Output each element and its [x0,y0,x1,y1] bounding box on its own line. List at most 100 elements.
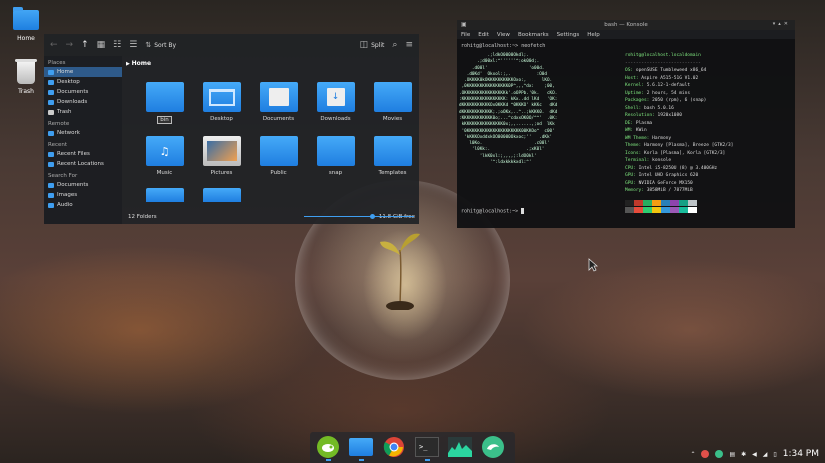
folder-item-bin[interactable]: bin [136,82,193,124]
info-value: Harmony [Plasma], Breeze [GTK2/3] [643,143,734,148]
home-icon [48,69,54,75]
system-tray: ⌃ ▤ ✱ ◀ ◢ ▯ 1:34 PM [690,445,825,463]
menu-file[interactable]: File [461,32,470,38]
details-view-icon[interactable]: ☰ [129,40,137,50]
folder-item-pictures[interactable]: Pictures [193,136,250,176]
info-row: WM: KWin [625,127,733,135]
window-controls[interactable]: ▾▴✕ [773,21,791,27]
folder-item-public[interactable]: Public [250,136,307,176]
wallpaper-sprout [380,233,420,310]
sidebar-item-desktop[interactable]: Desktop [44,77,122,87]
menu-help[interactable]: Help [587,32,600,38]
bluetooth-icon[interactable]: ✱ [741,451,746,458]
folder-label: Public [270,170,287,176]
info-key: Shell: [625,105,642,111]
terminal-output[interactable]: rohitg@localhost:~> neofetch .;ldkO0000O… [457,39,795,228]
compact-view-icon[interactable]: ☷ [113,40,121,50]
up-icon[interactable]: ↑ [81,40,89,50]
folder-item-templates[interactable]: Templates [364,136,421,176]
search-icon[interactable]: ⌕ [392,40,397,50]
desktop-icon-label: Home [17,35,35,42]
dock-system-monitor[interactable] [447,435,473,459]
zoom-slider[interactable] [304,214,414,219]
info-list: OS: openSUSE Tumbleweed x86_64 Host: Aspi… [625,67,733,195]
templates-folder-icon [373,136,412,166]
clock[interactable]: 1:34 PM [783,449,819,459]
green-status-icon[interactable] [715,450,724,458]
icons-view-icon[interactable]: ▦ [97,40,106,50]
sidebar-item-home[interactable]: Home [44,67,122,77]
color-swatch [679,199,688,206]
sidebar-item-search-images[interactable]: Images [44,190,122,200]
folder-label: Downloads [320,116,351,122]
color-swatch [679,206,688,213]
sidebar-item-documents[interactable]: Documents [44,87,122,97]
sidebar-item-search-audio[interactable]: Audio [44,200,122,210]
info-value: 5.6.12-1-default [646,83,691,88]
menu-edit[interactable]: Edit [478,32,489,38]
folder-item-movies[interactable]: Movies [364,82,421,124]
places-header: Places [48,60,66,66]
sidebar-item-network[interactable]: Network [44,128,122,138]
battery-icon[interactable]: ▯ [773,451,776,458]
folder-item-partial[interactable] [136,188,193,206]
color-swatch [652,206,661,213]
dock-opensuse[interactable] [315,435,341,461]
color-swatch [634,206,643,213]
folder-item-partial[interactable] [193,188,250,206]
sidebar-item-recent-locations[interactable]: Recent Locations [44,159,122,169]
info-row: Terminal: konsole [625,157,733,165]
folder-item-documents[interactable]: Documents [250,82,307,124]
update-icon[interactable] [701,450,710,458]
volume-icon[interactable]: ◀ [752,451,757,458]
sidebar-item-search-documents[interactable]: Documents [44,180,122,190]
dock-terminal[interactable]: >_ [414,435,440,461]
color-palette-row [625,206,733,213]
folder-item-snap[interactable]: snap [307,136,364,176]
forward-icon[interactable]: → [66,40,74,50]
info-row: Host: Aspire A515-51G V1.02 [625,75,733,83]
menu-icon[interactable]: ≡ [405,40,413,50]
konsole-app-icon: ▣ [461,21,467,28]
folder-icon [145,82,184,112]
menu-settings[interactable]: Settings [557,32,580,38]
sidebar-item-recent-files[interactable]: Recent Files [44,149,122,159]
dock-gecko[interactable] [480,435,506,459]
folder-item-music[interactable]: ♫ Music [136,136,193,176]
file-manager-window: ← → ↑ ▦ ☷ ☰ ⇅ Sort By ◫ Split ⌕ ≡ Places… [44,34,419,224]
window-title: bash — Konsole [604,22,648,28]
menu-bookmarks[interactable]: Bookmarks [518,32,549,38]
downloads-folder-icon: ↓ [316,82,355,112]
desktop-folder-icon [48,79,54,85]
prompt: rohitg@localhost:~> [461,208,519,215]
network-icon[interactable]: ◢ [763,451,768,458]
konsole-titlebar[interactable]: ▣ bash — Konsole ▾▴✕ [457,20,795,30]
info-value: NVIDIA GeForce MX150 [638,180,693,186]
video-folder-icon [202,188,241,202]
color-swatch [688,199,697,206]
desktop-icon-trash[interactable]: Trash [9,59,43,95]
terminal-icon: >_ [415,437,439,457]
folder-item-downloads[interactable]: ↓ Downloads [307,82,364,124]
dock-file-manager[interactable] [348,435,374,461]
sidebar-item-label: Desktop [57,79,80,85]
sidebar-item-downloads[interactable]: Downloads [44,97,122,107]
breadcrumb[interactable]: ▶ Home [124,56,419,71]
folder-icon [145,188,184,202]
desktop-icon-home[interactable]: Home [9,7,43,42]
info-key: GPU: [625,173,636,178]
sidebar-item-trash[interactable]: Trash [44,107,122,117]
folder-item-desktop[interactable]: Desktop [193,82,250,124]
info-value: 2 hours, 54 mins [646,90,691,96]
menu-view[interactable]: View [497,32,510,38]
tray-expand-icon[interactable]: ⌃ [690,451,695,458]
sort-by-button[interactable]: ⇅ Sort By [145,41,176,49]
color-swatch [643,206,652,213]
command-line: rohitg@localhost:~> neofetch [461,43,546,49]
opensuse-icon [317,436,339,458]
dock-chrome[interactable] [381,435,407,459]
split-button[interactable]: ◫ Split [360,40,385,50]
clipboard-icon[interactable]: ▤ [729,451,735,458]
zoom-slider-handle[interactable] [369,214,375,219]
back-icon[interactable]: ← [50,40,58,50]
